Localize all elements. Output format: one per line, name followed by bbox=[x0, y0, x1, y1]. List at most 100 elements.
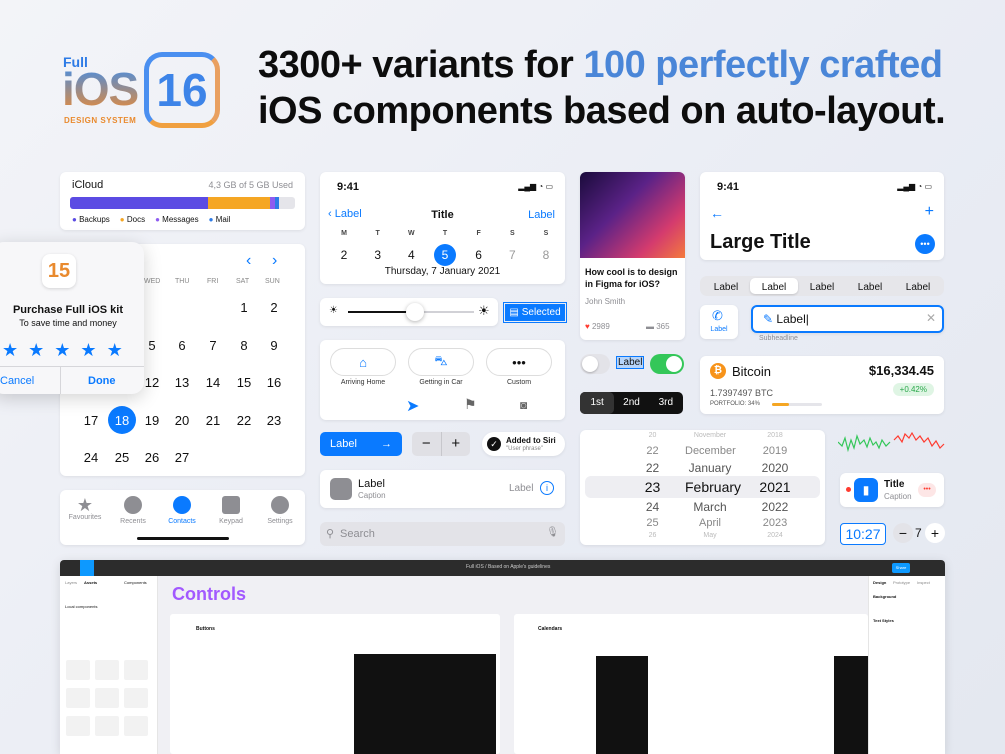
tab-contacts[interactable]: Contacts bbox=[159, 496, 205, 525]
figma-canvas[interactable]: Controls Buttons Calendars bbox=[158, 576, 868, 754]
day-cell[interactable]: 17 bbox=[79, 413, 103, 428]
asset-thumb[interactable] bbox=[95, 660, 119, 680]
done-button[interactable]: Done bbox=[88, 375, 116, 387]
asset-thumb[interactable] bbox=[95, 688, 119, 708]
day-cell[interactable]: 14 bbox=[201, 375, 225, 390]
asset-thumb[interactable] bbox=[124, 688, 148, 708]
asset-thumb[interactable] bbox=[124, 660, 148, 680]
date-cell[interactable]: 8 bbox=[532, 244, 560, 266]
date-cell[interactable]: 3 bbox=[364, 244, 392, 266]
layers-tab[interactable]: Layers bbox=[65, 580, 77, 585]
text-field[interactable]: ✎ Label| ✕ bbox=[751, 305, 944, 333]
tab-favourites[interactable]: ★ Favourites bbox=[62, 496, 108, 521]
chip-arriving-home[interactable]: ⌂ Arriving Home bbox=[330, 348, 396, 386]
add-button[interactable]: + bbox=[925, 203, 934, 221]
assets-tab[interactable]: Assets bbox=[84, 580, 97, 585]
day-cell-selected[interactable]: 18 bbox=[110, 413, 134, 428]
star-icon[interactable]: ★ bbox=[54, 340, 70, 361]
next-month-chevron-icon[interactable]: › bbox=[272, 252, 277, 270]
settings-row[interactable]: Label Caption Label i bbox=[320, 470, 565, 508]
day-cell[interactable]: 7 bbox=[201, 338, 225, 353]
nav-action[interactable]: Label bbox=[528, 209, 555, 221]
camera-icon[interactable]: ◙ bbox=[520, 398, 527, 412]
day-cell[interactable]: 15 bbox=[232, 375, 256, 390]
star-icon[interactable]: ★ bbox=[28, 340, 44, 361]
selected-chip[interactable]: ▤ Selected bbox=[503, 302, 567, 323]
cancel-button[interactable]: Cancel bbox=[0, 375, 34, 387]
segment[interactable]: Label bbox=[894, 278, 942, 294]
star-icon[interactable]: ★ bbox=[107, 340, 123, 361]
more-icon[interactable]: ••• bbox=[915, 234, 935, 254]
date-cell[interactable]: 7 bbox=[498, 244, 526, 266]
decrement-button[interactable]: − bbox=[893, 523, 913, 543]
stepper-minus[interactable]: − bbox=[412, 432, 442, 456]
tab-keypad[interactable]: Keypad bbox=[208, 496, 254, 525]
toggle-off[interactable] bbox=[580, 354, 610, 374]
asset-thumb[interactable] bbox=[66, 716, 90, 736]
back-arrow-icon[interactable]: ← bbox=[710, 205, 724, 221]
primary-button[interactable]: Label → bbox=[320, 432, 402, 456]
phone-action-tile[interactable]: ✆ Label bbox=[700, 305, 738, 339]
design-tab[interactable]: Design bbox=[873, 580, 886, 585]
day-cell[interactable]: 27 bbox=[170, 450, 194, 465]
segment-1st[interactable]: 1st bbox=[580, 392, 615, 414]
day-cell[interactable]: 1 bbox=[232, 300, 256, 315]
time-display[interactable]: 10:27 bbox=[840, 523, 886, 545]
date-picker-wheel[interactable]: 20 November 2018 22 December 2019 22 January 2… bbox=[580, 430, 825, 545]
inspect-tab[interactable]: Inspect bbox=[917, 580, 930, 585]
star-icon[interactable]: ★ bbox=[2, 340, 18, 361]
move-tool-icon[interactable] bbox=[80, 560, 94, 576]
clear-icon[interactable]: ✕ bbox=[926, 311, 936, 325]
prev-month-chevron-icon[interactable]: ‹ bbox=[246, 252, 251, 270]
stepper-plus[interactable]: + bbox=[442, 432, 471, 456]
day-cell[interactable]: 16 bbox=[262, 375, 286, 390]
date-cell[interactable]: 4 bbox=[397, 244, 425, 266]
day-cell[interactable]: 22 bbox=[232, 413, 256, 428]
chip-getting-in-car[interactable]: ⛍ Getting in Car bbox=[408, 348, 474, 386]
info-icon[interactable]: i bbox=[540, 481, 554, 495]
bitcoin-card[interactable]: ₿ Bitcoin $16,334.45 1.7397497 BTC +0.42… bbox=[700, 356, 944, 414]
segment[interactable]: Label bbox=[846, 278, 894, 294]
tab-recents[interactable]: Recents bbox=[110, 496, 156, 525]
date-cell[interactable]: 2 bbox=[330, 244, 358, 266]
segment[interactable]: Label bbox=[702, 278, 750, 294]
increment-button[interactable]: + bbox=[925, 523, 945, 543]
day-cell[interactable]: 8 bbox=[232, 338, 256, 353]
day-cell[interactable]: 19 bbox=[140, 413, 164, 428]
asset-thumb[interactable] bbox=[95, 716, 119, 736]
toggle-on[interactable] bbox=[650, 354, 684, 374]
asset-thumb[interactable] bbox=[66, 660, 90, 680]
day-cell[interactable]: 13 bbox=[170, 375, 194, 390]
day-cell[interactable]: 25 bbox=[110, 450, 134, 465]
asset-thumb[interactable] bbox=[66, 688, 90, 708]
segment-selected[interactable]: Label bbox=[750, 278, 798, 294]
segment[interactable]: Label bbox=[798, 278, 846, 294]
likes[interactable]: ♥ 2989 bbox=[585, 322, 610, 331]
components-dropdown[interactable]: Components bbox=[124, 580, 147, 585]
article-card[interactable]: How cool is to design in Figma for iOS? … bbox=[580, 172, 685, 340]
day-cell[interactable]: 26 bbox=[140, 450, 164, 465]
share-button[interactable]: Share bbox=[892, 563, 910, 573]
search-bar[interactable]: ⚲ Search 🎙 bbox=[320, 522, 565, 546]
day-cell[interactable]: 24 bbox=[79, 450, 103, 465]
day-cell[interactable]: 20 bbox=[170, 413, 194, 428]
comments[interactable]: ▬ 365 bbox=[646, 322, 670, 331]
day-cell[interactable]: 2 bbox=[262, 300, 286, 315]
tab-settings[interactable]: Settings bbox=[257, 496, 303, 525]
flag-icon[interactable]: ⚑ bbox=[464, 396, 477, 413]
more-icon[interactable]: ••• bbox=[918, 483, 936, 497]
slider-thumb[interactable] bbox=[406, 303, 424, 321]
day-cell[interactable]: 21 bbox=[201, 413, 225, 428]
location-arrow-icon[interactable]: ➤ bbox=[406, 396, 419, 416]
mic-icon[interactable]: 🎙 bbox=[546, 527, 559, 538]
date-cell[interactable]: 6 bbox=[465, 244, 493, 266]
asset-thumb[interactable] bbox=[124, 716, 148, 736]
rating-stars[interactable]: ★ ★ ★ ★ ★ bbox=[2, 340, 123, 361]
prototype-tab[interactable]: Prototype bbox=[893, 580, 910, 585]
segment-2nd[interactable]: 2nd bbox=[614, 392, 648, 414]
day-cell[interactable]: 6 bbox=[170, 338, 194, 353]
day-cell[interactable]: 9 bbox=[262, 338, 286, 353]
day-cell[interactable]: 23 bbox=[262, 413, 286, 428]
chip-custom[interactable]: ••• Custom bbox=[486, 348, 552, 386]
segment-3rd[interactable]: 3rd bbox=[649, 392, 683, 414]
